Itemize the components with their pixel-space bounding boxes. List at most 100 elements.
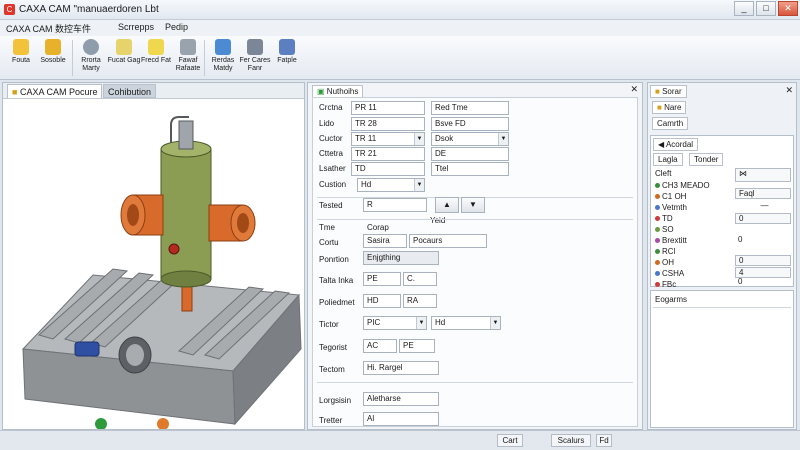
field-select[interactable]: Dsok ▼ bbox=[431, 132, 509, 146]
menu-item-scrrepps[interactable]: Scrrepps bbox=[118, 22, 154, 32]
bottle-icon bbox=[215, 39, 231, 55]
tree-node[interactable]: TD bbox=[655, 213, 673, 224]
ribbon-separator bbox=[72, 40, 73, 76]
blue-fitting bbox=[74, 341, 100, 357]
tree-node[interactable]: RCl bbox=[655, 246, 675, 257]
ribbon-button-sosoble[interactable]: Sosoble bbox=[36, 38, 70, 78]
field-input[interactable]: HD bbox=[363, 294, 401, 308]
tab-lagla[interactable]: Lagla bbox=[653, 153, 683, 166]
ribbon-label: Fer Cares Fanr bbox=[239, 57, 271, 72]
tree-node[interactable]: FBc bbox=[655, 279, 676, 290]
field-input[interactable]: PE bbox=[363, 272, 401, 286]
tree-node[interactable]: CH3 MEADO bbox=[655, 180, 710, 191]
field-input[interactable]: Hi. Rargel bbox=[363, 361, 439, 375]
tab-nuthoihs[interactable]: ▣ Nuthoihs bbox=[312, 85, 364, 97]
field-input[interactable]: TR 21 bbox=[351, 147, 425, 161]
tab-acordal[interactable]: ◀ Acordal bbox=[653, 138, 699, 151]
menu-item-app[interactable]: CAXA CAM 数控车件 bbox=[6, 22, 91, 35]
ribbon-button-fawaf[interactable]: Fawaf Rafaate bbox=[171, 38, 205, 78]
status-scale[interactable]: Scalurs bbox=[551, 434, 591, 447]
tab-label: CAXA CAM Pocure bbox=[19, 87, 98, 97]
field-select[interactable]: Hd ▼ bbox=[431, 316, 501, 330]
cube-small-icon: ■ bbox=[12, 87, 18, 97]
tab-tonder[interactable]: Tonder bbox=[689, 153, 724, 166]
field-input[interactable]: Ttel bbox=[431, 162, 509, 176]
ribbon-button-fatple[interactable]: Fatple bbox=[270, 38, 304, 78]
window-title: CAXA CAM "manuaerdoren Lbt bbox=[19, 4, 159, 15]
tree-node[interactable]: C1 OH bbox=[655, 191, 686, 202]
ribbon-button-rerdas[interactable]: Rerdas Matdy bbox=[206, 38, 240, 78]
select-value: Hd bbox=[361, 180, 372, 189]
menu-item-pedip[interactable]: Pedip bbox=[165, 22, 188, 32]
tree-node[interactable]: OH bbox=[655, 257, 674, 268]
field-input[interactable]: PE bbox=[399, 339, 435, 353]
field-select[interactable]: PIC ▼ bbox=[363, 316, 427, 330]
document-icon bbox=[116, 39, 132, 55]
ribbon-label: Fucat Gag bbox=[107, 57, 141, 64]
minimize-button[interactable]: _ bbox=[734, 1, 754, 16]
field-input[interactable]: TD bbox=[351, 162, 425, 176]
ribbon-button-rrorta[interactable]: Rrorta Marty bbox=[74, 38, 108, 78]
field-input[interactable]: Aletharse bbox=[363, 392, 439, 406]
field-input[interactable]: RA bbox=[403, 294, 437, 308]
field-input[interactable]: TR 28 bbox=[351, 117, 425, 131]
maximize-button[interactable]: □ bbox=[756, 1, 776, 16]
node-value[interactable]: Faql bbox=[735, 188, 791, 199]
node-value: 0 bbox=[738, 277, 743, 286]
section-value: Corap bbox=[367, 223, 389, 232]
dialog-close-icon[interactable]: ✕ bbox=[630, 84, 638, 95]
ok-button[interactable]: Cart bbox=[497, 434, 523, 447]
field-input[interactable]: DE bbox=[431, 147, 509, 161]
field-label: Tictor bbox=[319, 320, 339, 329]
field-input[interactable]: C. bbox=[403, 272, 437, 286]
node-icon bbox=[655, 260, 660, 266]
tree-node[interactable]: CSHA bbox=[655, 268, 684, 279]
tab-sorar[interactable]: ■ Sorar bbox=[650, 85, 687, 98]
field-input[interactable]: Red Tme bbox=[431, 101, 509, 115]
field-input[interactable]: Al bbox=[363, 412, 439, 426]
model-viewport[interactable]: ■ CAXA CAM Pocure Cohibution bbox=[2, 82, 305, 430]
field-input[interactable]: Pocaurs bbox=[409, 234, 487, 248]
field-input[interactable]: PR 11 bbox=[351, 101, 425, 115]
increment-button[interactable]: ▲ bbox=[435, 197, 459, 213]
tree-node[interactable]: Brextitt bbox=[655, 235, 687, 246]
node-value[interactable]: 0 bbox=[735, 213, 791, 224]
top-cap bbox=[178, 120, 194, 150]
cushion-select[interactable]: Hd ▼ bbox=[357, 178, 425, 192]
ribbon-button-frecd[interactable]: Frecd Fat bbox=[139, 38, 173, 78]
decrement-button[interactable]: ▼ bbox=[461, 197, 485, 213]
field-input[interactable]: Sasira bbox=[363, 234, 407, 248]
node-value[interactable]: 0 bbox=[735, 255, 791, 266]
field-input[interactable]: Enjgthing bbox=[363, 251, 439, 265]
ribbon-toolbar: Fouta Sosoble Rrorta Marty Fucat Gag Fre… bbox=[0, 36, 800, 80]
tree-node[interactable]: SO bbox=[655, 224, 674, 235]
ribbon-label: Rerdas Matdy bbox=[211, 57, 235, 72]
field-label: Cuctor bbox=[319, 134, 343, 143]
divider bbox=[317, 219, 633, 220]
field-input[interactable]: Bsve FD bbox=[431, 117, 509, 131]
node-label: RCl bbox=[662, 247, 676, 256]
tab-cohibution[interactable]: Cohibution bbox=[103, 84, 157, 98]
field-label: Cttetra bbox=[319, 149, 344, 158]
ribbon-button-fercares[interactable]: Fer Cares Fanr bbox=[238, 38, 272, 78]
ribbon-button-fouta[interactable]: Fouta bbox=[4, 38, 38, 78]
node-label: Vetmth bbox=[662, 203, 687, 212]
node-icon bbox=[655, 183, 660, 189]
tab-camrth[interactable]: Camrth bbox=[652, 117, 689, 130]
close-button[interactable]: ✕ bbox=[778, 1, 798, 16]
panel-close-icon[interactable]: ✕ bbox=[785, 85, 793, 96]
field-input[interactable]: AC bbox=[363, 339, 397, 353]
divider bbox=[653, 307, 791, 308]
status-end[interactable]: Fd bbox=[596, 434, 612, 447]
ribbon-label: Fouta bbox=[12, 57, 30, 64]
viewport-tabs: ■ CAXA CAM Pocure Cohibution bbox=[3, 83, 304, 99]
node-label: CSHA bbox=[662, 269, 685, 278]
document-yellow-icon bbox=[148, 39, 164, 55]
tab-caxa-cam-pocure[interactable]: ■ CAXA CAM Pocure bbox=[7, 84, 103, 98]
ribbon-button-fucat[interactable]: Fucat Gag bbox=[107, 38, 141, 78]
field-select[interactable]: TR 11 ▼ bbox=[351, 132, 425, 146]
chevron-down-icon: ▼ bbox=[498, 133, 508, 145]
tree-node[interactable]: Vetmth bbox=[655, 202, 687, 213]
tested-input[interactable]: R bbox=[363, 198, 427, 212]
tab-nare[interactable]: ■ Nare bbox=[652, 101, 687, 114]
